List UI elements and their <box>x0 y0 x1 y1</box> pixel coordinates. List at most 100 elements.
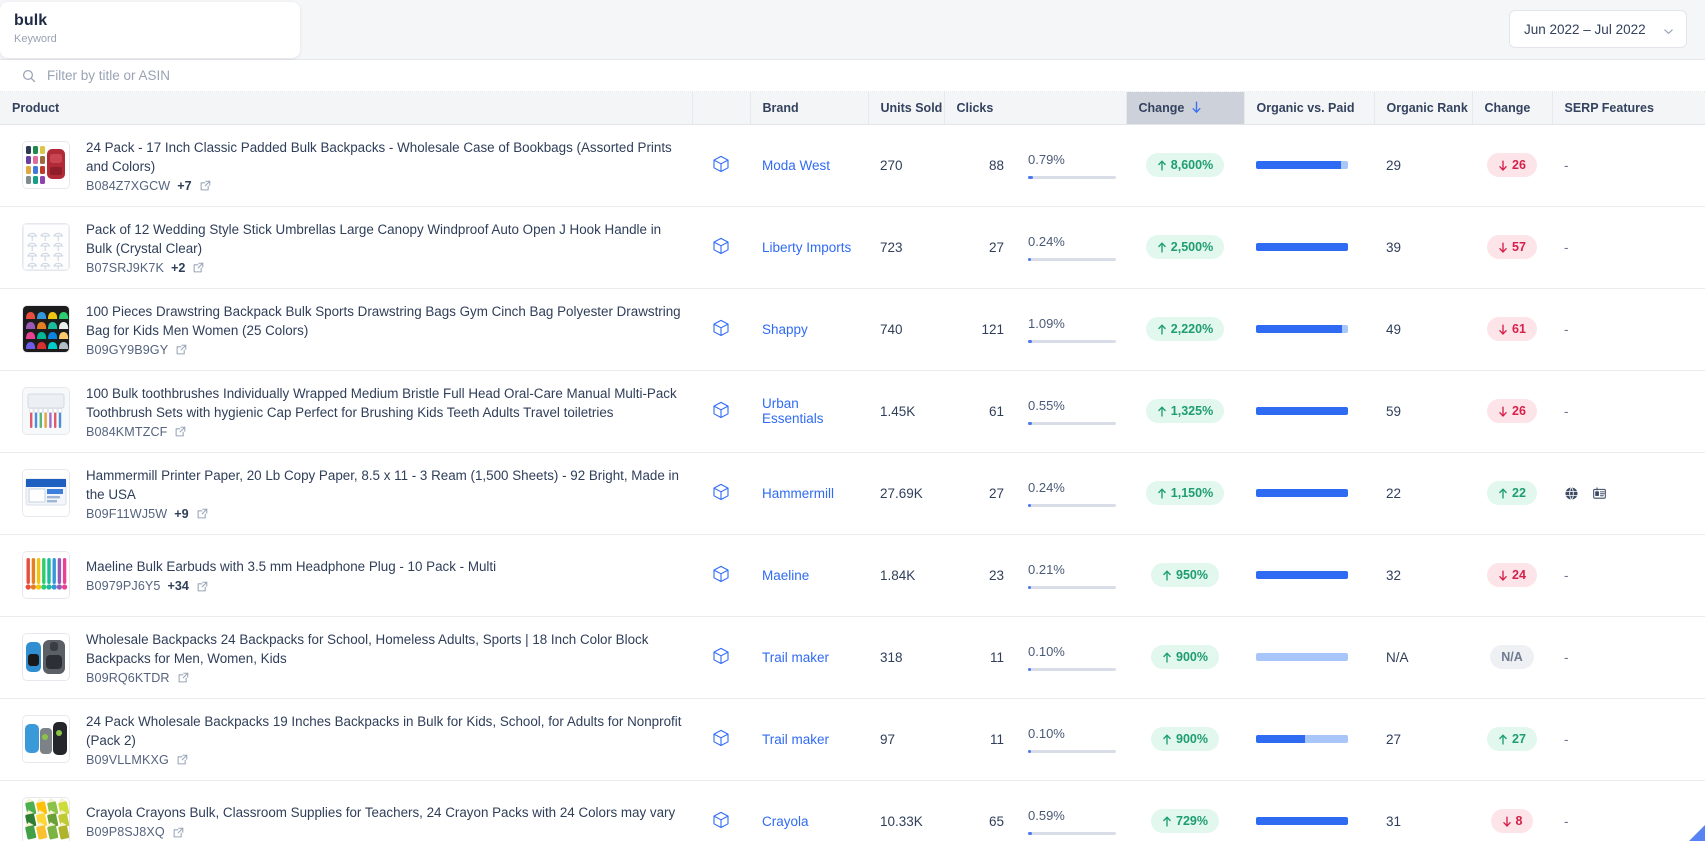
external-link-icon[interactable] <box>199 179 212 192</box>
clicks-value: 88 <box>989 158 1004 173</box>
product-title[interactable]: Pack of 12 Wedding Style Stick Umbrellas… <box>86 220 682 258</box>
package-cell <box>692 206 750 288</box>
product-thumbnail <box>22 387 70 435</box>
organic-vs-paid-cell <box>1244 206 1374 288</box>
ctr-progress-track <box>1028 176 1116 179</box>
column-header-serp-features[interactable]: SERP Features <box>1552 92 1705 124</box>
filter-input[interactable] <box>47 68 467 83</box>
ctr-progress-fill <box>1028 504 1031 507</box>
product-title[interactable]: Maeline Bulk Earbuds with 3.5 mm Headpho… <box>86 557 496 576</box>
external-link-icon[interactable] <box>177 671 190 684</box>
table-row[interactable]: Maeline Bulk Earbuds with 3.5 mm Headpho… <box>0 534 1705 616</box>
arrow-down-icon <box>1498 570 1508 581</box>
clicks-cell: 121 <box>944 288 1016 370</box>
brand-link[interactable]: Crayola <box>762 814 809 829</box>
column-label-change-rank: Change <box>1485 101 1531 115</box>
ctr-cell: 1.09% <box>1016 288 1126 370</box>
external-link-icon[interactable] <box>172 826 185 839</box>
units-sold-value: 723 <box>880 240 903 255</box>
date-range-picker[interactable]: Jun 2022 – Jul 2022 <box>1509 10 1687 48</box>
product-thumbnail <box>22 223 70 271</box>
table-row[interactable]: Hammermill Printer Paper, 20 Lb Copy Pap… <box>0 452 1705 534</box>
arrow-down-icon <box>1498 242 1508 253</box>
product-asin: B07SRJ9K7K <box>86 261 164 275</box>
external-link-icon[interactable] <box>175 343 188 356</box>
table-row[interactable]: Crayola Crayons Bulk, Classroom Supplies… <box>0 780 1705 841</box>
table-header-row: Product Brand Units Sold Clicks Change <box>0 92 1705 124</box>
product-title[interactable]: 100 Pieces Drawstring Backpack Bulk Spor… <box>86 302 682 340</box>
ctr-progress-fill <box>1028 340 1032 343</box>
table-row[interactable]: 100 Pieces Drawstring Backpack Bulk Spor… <box>0 288 1705 370</box>
package-icon[interactable] <box>712 319 730 337</box>
brand-link[interactable]: Trail maker <box>762 732 829 747</box>
column-header-brand[interactable]: Brand <box>750 92 868 124</box>
brand-link[interactable]: Hammermill <box>762 486 834 501</box>
column-header-units-sold[interactable]: Units Sold <box>868 92 944 124</box>
globe-icon[interactable] <box>1564 486 1579 501</box>
product-title[interactable]: 100 Bulk toothbrushes Individually Wrapp… <box>86 384 682 422</box>
product-cell: Crayola Crayons Bulk, Classroom Supplies… <box>0 780 692 841</box>
package-icon[interactable] <box>712 483 730 501</box>
column-label-brand: Brand <box>763 101 799 115</box>
column-header-product[interactable]: Product <box>0 92 692 124</box>
package-icon[interactable] <box>712 401 730 419</box>
brand-link[interactable]: Liberty Imports <box>762 240 851 255</box>
change-rank-cell: 8 <box>1472 780 1552 841</box>
table-row[interactable]: 100 Bulk toothbrushes Individually Wrapp… <box>0 370 1705 452</box>
package-icon[interactable] <box>712 155 730 173</box>
change-rank-value: N/A <box>1501 650 1523 664</box>
column-header-organic-rank[interactable]: Organic Rank <box>1374 92 1472 124</box>
column-header-change-units[interactable]: Change <box>1126 92 1244 124</box>
product-title[interactable]: Wholesale Backpacks 24 Backpacks for Sch… <box>86 630 682 668</box>
serp-features-placeholder: - <box>1564 568 1569 583</box>
column-header-organic-vs-paid[interactable]: Organic vs. Paid <box>1244 92 1374 124</box>
units-sold-value: 27.69K <box>880 486 923 501</box>
package-icon[interactable] <box>712 237 730 255</box>
table-row[interactable]: 24 Pack - 17 Inch Classic Padded Bulk Ba… <box>0 124 1705 206</box>
brand-link[interactable]: Urban Essentials <box>762 396 824 426</box>
organic-rank-value: 39 <box>1386 240 1401 255</box>
table-row[interactable]: Pack of 12 Wedding Style Stick Umbrellas… <box>0 206 1705 288</box>
arrow-down-icon <box>1498 406 1508 417</box>
units-sold-cell: 1.84K <box>868 534 944 616</box>
column-header-clicks[interactable]: Clicks <box>944 92 1016 124</box>
product-title[interactable]: 24 Pack Wholesale Backpacks 19 Inches Ba… <box>86 712 682 750</box>
package-icon[interactable] <box>712 647 730 665</box>
ctr-progress-track <box>1028 340 1116 343</box>
external-link-icon[interactable] <box>174 425 187 438</box>
ctr-cell: 0.79% <box>1016 124 1126 206</box>
external-link-icon[interactable] <box>196 580 209 593</box>
change-units-value: 8,600% <box>1171 158 1213 172</box>
serp-features-cell: - <box>1552 698 1705 780</box>
package-icon[interactable] <box>712 811 730 829</box>
external-link-icon[interactable] <box>192 261 205 274</box>
brand-link[interactable]: Moda West <box>762 158 830 173</box>
brand-link[interactable]: Shappy <box>762 322 808 337</box>
organic-segment <box>1256 571 1348 579</box>
product-title[interactable]: 24 Pack - 17 Inch Classic Padded Bulk Ba… <box>86 138 682 176</box>
column-label-serp-features: SERP Features <box>1565 101 1654 115</box>
package-icon[interactable] <box>712 565 730 583</box>
product-title[interactable]: Crayola Crayons Bulk, Classroom Supplies… <box>86 803 675 822</box>
editorial-recommendation-icon[interactable] <box>1592 486 1607 501</box>
external-link-icon[interactable] <box>196 507 209 520</box>
table-row[interactable]: 24 Pack Wholesale Backpacks 19 Inches Ba… <box>0 698 1705 780</box>
brand-cell: Maeline <box>750 534 868 616</box>
organic-rank-value: 32 <box>1386 568 1401 583</box>
brand-link[interactable]: Maeline <box>762 568 809 583</box>
external-link-icon[interactable] <box>176 753 189 766</box>
product-asin: B0979PJ6Y5 <box>86 579 161 593</box>
column-header-change-rank[interactable]: Change <box>1472 92 1552 124</box>
package-icon[interactable] <box>712 729 730 747</box>
package-cell <box>692 124 750 206</box>
ctr-value: 0.10% <box>1028 644 1116 659</box>
brand-link[interactable]: Trail maker <box>762 650 829 665</box>
keyword-card[interactable]: bulk Keyword <box>0 2 300 58</box>
product-title[interactable]: Hammermill Printer Paper, 20 Lb Copy Pap… <box>86 466 682 504</box>
serp-features-cell: - <box>1552 288 1705 370</box>
organic-segment <box>1256 489 1348 497</box>
table-row[interactable]: Wholesale Backpacks 24 Backpacks for Sch… <box>0 616 1705 698</box>
organic-rank-value: 29 <box>1386 158 1401 173</box>
change-rank-cell: 57 <box>1472 206 1552 288</box>
change-units-value: 1,150% <box>1171 486 1213 500</box>
